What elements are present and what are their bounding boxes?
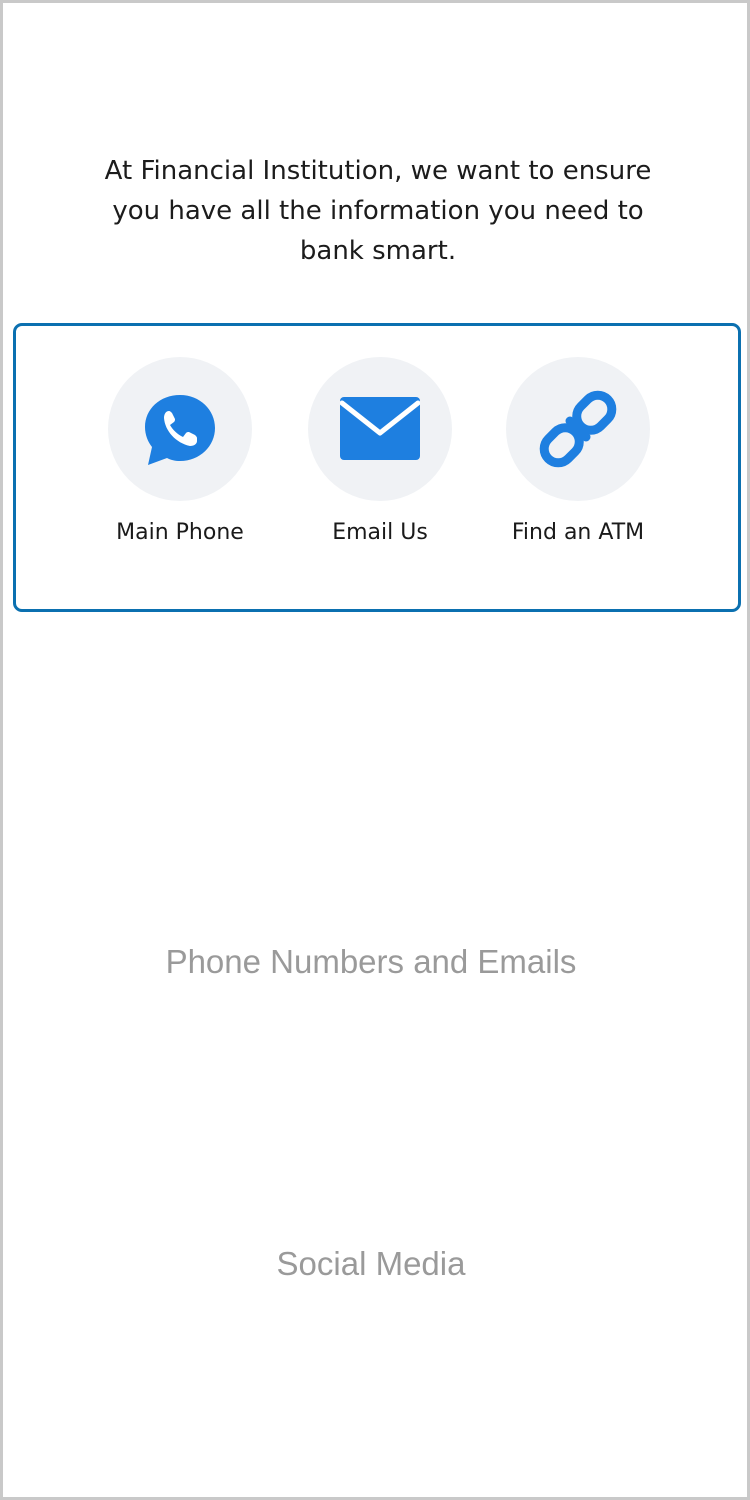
email-us-button[interactable]: Email Us	[280, 357, 480, 557]
find-atm-button[interactable]: Find an ATM	[478, 357, 678, 557]
email-us-label: Email Us	[332, 520, 428, 545]
find-atm-label: Find an ATM	[511, 520, 645, 545]
contact-screen: At Financial Institution, we want to ens…	[0, 0, 750, 1500]
social-media-section[interactable]: Social Media	[3, 1245, 739, 1283]
main-phone-button[interactable]: Main Phone	[80, 357, 280, 557]
whatsapp-phone-icon	[145, 395, 215, 465]
link-icon	[539, 390, 617, 468]
main-phone-icon-circle	[108, 357, 252, 501]
email-us-icon-circle	[308, 357, 452, 501]
find-atm-icon-circle	[506, 357, 650, 501]
intro-text: At Financial Institution, we want to ens…	[104, 156, 652, 266]
main-phone-label: Main Phone	[116, 520, 244, 545]
phone-numbers-emails-section[interactable]: Phone Numbers and Emails	[3, 943, 739, 981]
quick-actions-panel: Main Phone Email Us Find an ATM	[13, 323, 741, 612]
envelope-icon	[340, 397, 420, 460]
